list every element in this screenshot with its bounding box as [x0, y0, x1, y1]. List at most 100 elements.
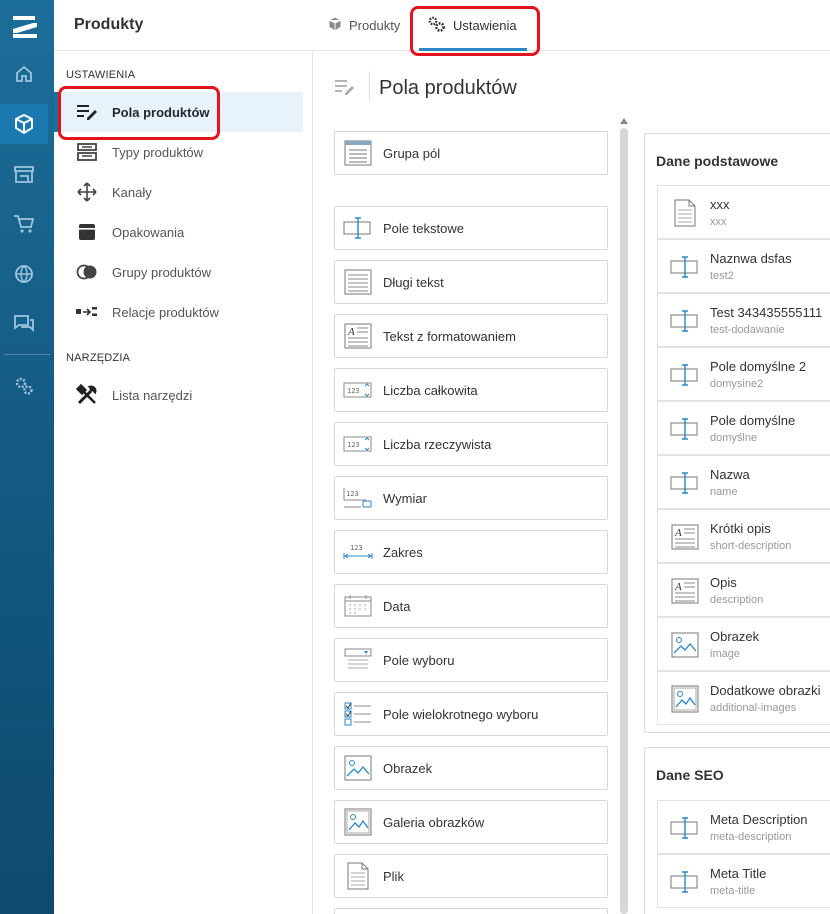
- sidebar-item-tools-list[interactable]: Lista narzędzi: [54, 375, 303, 415]
- document-icon: [670, 198, 700, 228]
- field-type-item[interactable]: Pole tekstowe: [334, 206, 608, 250]
- configured-field[interactable]: Meta Description meta-description: [657, 800, 830, 854]
- field-type-item[interactable]: 123 Wymiar: [334, 476, 608, 520]
- svg-text:123: 123: [350, 544, 363, 552]
- text-field-icon: [670, 813, 700, 843]
- sidebar-item-label: Lista narzędzi: [112, 387, 193, 403]
- configured-field[interactable]: Naznwa dsfas test2: [657, 239, 830, 293]
- decimal-icon: 123: [343, 435, 373, 453]
- field-type-item[interactable]: Data: [334, 584, 608, 628]
- tab-products-label: Produkty: [349, 18, 401, 33]
- rail-products-icon[interactable]: [0, 104, 48, 144]
- text-field-icon: [670, 306, 700, 336]
- rail-home-icon[interactable]: [0, 54, 48, 94]
- field-type-label: Pole wielokrotnego wyboru: [383, 706, 539, 722]
- configured-field[interactable]: Obrazek image: [657, 617, 830, 671]
- tools-icon: [76, 384, 98, 406]
- sidebar-item-product-relations[interactable]: Relacje produktów: [54, 292, 303, 332]
- relations-icon: [76, 306, 98, 318]
- rail-store-icon[interactable]: [0, 154, 48, 194]
- palette-scrollbar[interactable]: [620, 128, 628, 914]
- svg-text:A: A: [674, 527, 682, 539]
- field-name: Nazwa: [710, 467, 750, 482]
- field-slug: xxx: [710, 216, 727, 228]
- field-type-item[interactable]: [334, 908, 608, 914]
- field-type-item[interactable]: Pole wielokrotnego wyboru: [334, 692, 608, 736]
- field-type-label: Liczba rzeczywista: [383, 436, 492, 452]
- field-name: Krótki opis: [710, 521, 771, 536]
- sidebar-item-channels[interactable]: Kanały: [54, 172, 303, 212]
- field-slug: meta-description: [710, 831, 792, 843]
- field-slug: domysine2: [710, 378, 764, 390]
- product-groups-icon: [76, 264, 98, 280]
- sidebar-item-product-groups[interactable]: Grupy produktów: [54, 252, 303, 292]
- field-type-item[interactable]: A Tekst z formatowaniem: [334, 314, 608, 358]
- multiselect-icon: [343, 702, 373, 726]
- field-slug: additional-images: [710, 702, 797, 714]
- rail-settings-icon[interactable]: [0, 366, 48, 406]
- field-type-item[interactable]: 123 Zakres: [334, 530, 608, 574]
- field-type-item[interactable]: Plik: [334, 854, 608, 898]
- field-slug: meta-title: [710, 885, 756, 897]
- select-icon: [343, 648, 373, 672]
- svg-text:A: A: [674, 581, 682, 593]
- field-type-item[interactable]: Obrazek: [334, 746, 608, 790]
- field-type-label: Zakres: [383, 544, 423, 560]
- field-name: Pole domyślne 2: [710, 359, 807, 374]
- sidebar-item-label: Kanały: [112, 184, 152, 200]
- cube-icon: [327, 16, 343, 35]
- configured-field[interactable]: A Opis description: [657, 563, 830, 617]
- range-icon: 123: [343, 543, 373, 561]
- sidebar-item-packaging[interactable]: Opakowania: [54, 212, 303, 252]
- text-field-icon: [670, 360, 700, 390]
- configured-field[interactable]: Nazwa name: [657, 455, 830, 509]
- configured-field[interactable]: Test 343435555111 test-dodawanie: [657, 293, 830, 347]
- rail-cart-icon[interactable]: [0, 204, 48, 244]
- field-type-label: Pole tekstowe: [383, 220, 464, 236]
- field-group-title: Dane SEO: [656, 767, 724, 783]
- field-type-item[interactable]: 123 Liczba rzeczywista: [334, 422, 608, 466]
- dimension-icon: 123: [343, 487, 373, 509]
- field-type-label: Obrazek: [383, 760, 433, 776]
- text-field-icon: [670, 414, 700, 444]
- integer-icon: 123: [343, 381, 373, 399]
- content-header: Pola produktów: [314, 51, 830, 121]
- rail-chat-icon[interactable]: [0, 304, 48, 344]
- field-group-panel: Dane SEO Meta Description meta-descripti…: [644, 747, 830, 914]
- app-logo[interactable]: [11, 14, 39, 40]
- field-group-panel: Dane podstawowe xxx xxx Naznwa dsfas tes…: [644, 133, 830, 733]
- field-slug: test2: [710, 270, 734, 282]
- field-name: xxx: [710, 197, 730, 212]
- field-slug: name: [710, 486, 738, 498]
- configured-field[interactable]: xxx xxx: [657, 185, 830, 239]
- field-type-item[interactable]: 123 Liczba całkowita: [334, 368, 608, 412]
- configured-field[interactable]: Pole domyślne 2 domysine2: [657, 347, 830, 401]
- field-type-label: Plik: [383, 868, 404, 884]
- configured-field[interactable]: A Krótki opis short-description: [657, 509, 830, 563]
- field-type-item[interactable]: Długi tekst: [334, 260, 608, 304]
- tab-products[interactable]: Produkty: [327, 0, 400, 51]
- configured-field[interactable]: Pole domyślne domyślne: [657, 401, 830, 455]
- product-types-icon: [76, 143, 98, 161]
- rich-text-icon: A: [670, 522, 700, 552]
- configured-field[interactable]: Dodatkowe obrazki additional-images: [657, 671, 830, 725]
- field-group-title: Dane podstawowe: [656, 153, 779, 169]
- field-name: Pole domyślne: [710, 413, 796, 428]
- header-divider: [369, 71, 370, 101]
- channels-icon: [76, 182, 98, 202]
- scroll-up-arrow[interactable]: [620, 118, 628, 124]
- field-type-label: Galeria obrazków: [383, 814, 485, 830]
- field-name: Dodatkowe obrazki: [710, 683, 821, 698]
- field-type-item[interactable]: Galeria obrazków: [334, 800, 608, 844]
- field-name: Test 343435555111: [710, 305, 823, 320]
- field-name: Opis: [710, 575, 737, 590]
- field-type-item[interactable]: Pole wyboru: [334, 638, 608, 682]
- configured-field[interactable]: Meta Title meta-title: [657, 854, 830, 908]
- field-type-label: Tekst z formatowaniem: [383, 328, 516, 344]
- field-type-item[interactable]: Grupa pól: [334, 131, 608, 175]
- field-slug: image: [710, 648, 740, 660]
- image-icon: [670, 630, 700, 660]
- field-type-label: Wymiar: [383, 490, 427, 506]
- date-icon: [343, 595, 373, 617]
- rail-globe-icon[interactable]: [0, 254, 48, 294]
